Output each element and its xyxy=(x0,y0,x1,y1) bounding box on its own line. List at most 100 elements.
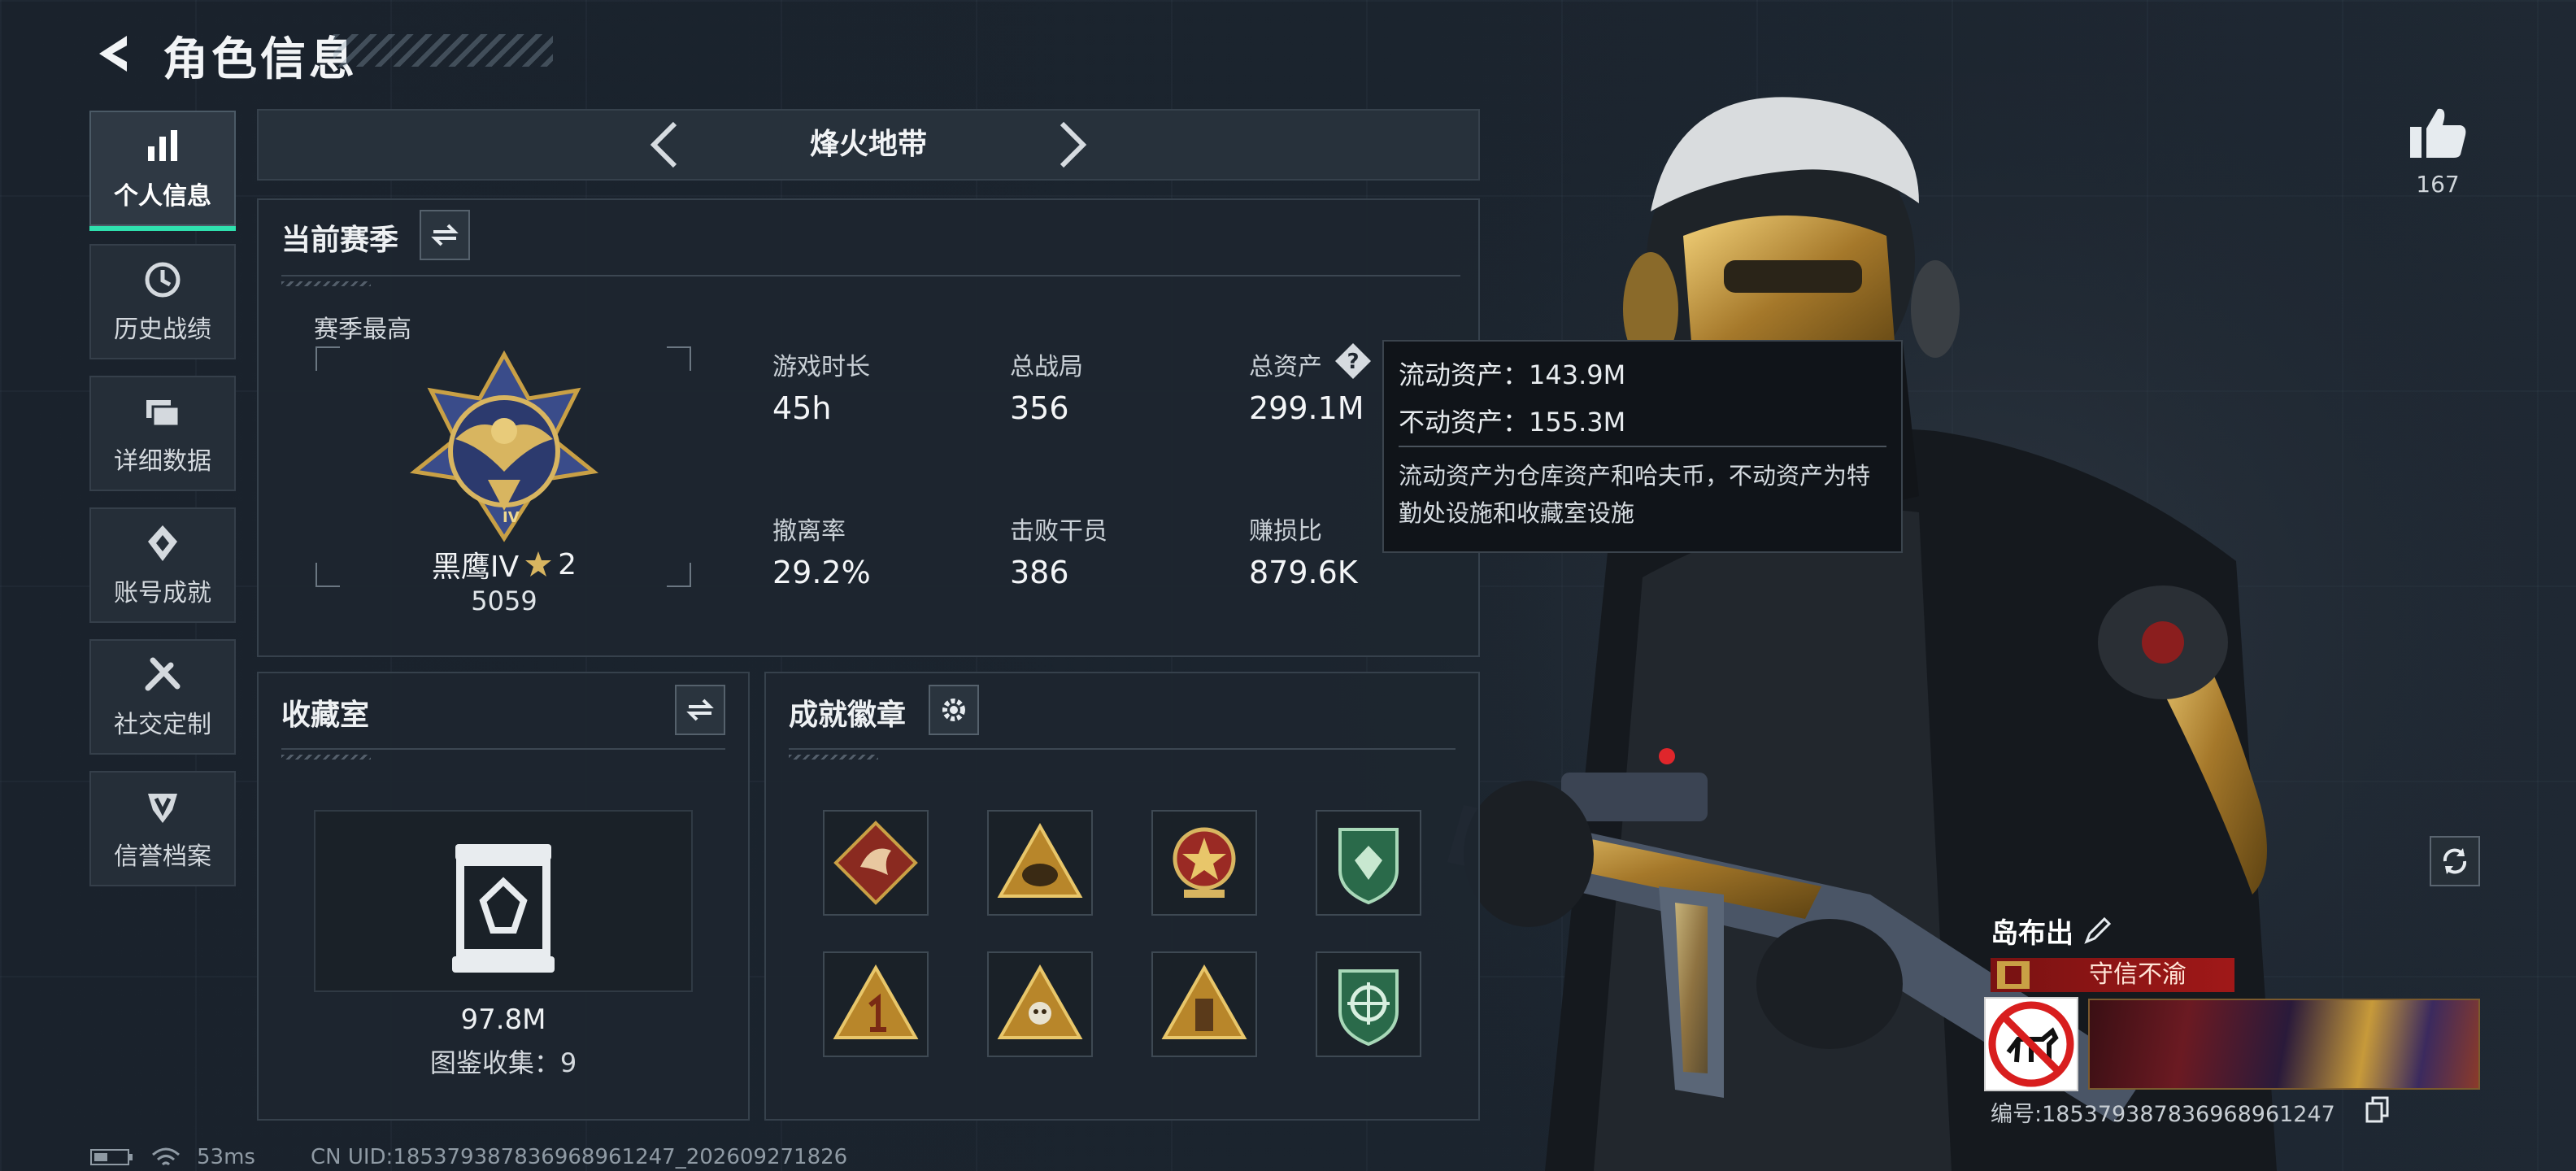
thumbs-up-icon xyxy=(2410,108,2466,158)
badge-slot[interactable] xyxy=(987,810,1093,916)
stat-value: 356 xyxy=(1010,390,1069,426)
copy-icon xyxy=(2365,1096,2389,1123)
tooltip-description: 流动资产为仓库资产和哈夫币，不动资产为特勤处设施和收藏室设施 xyxy=(1399,462,1871,527)
stat-value: 386 xyxy=(1010,555,1069,590)
sidebar-item-social[interactable]: 社交定制 xyxy=(89,639,236,755)
season-best-label: 赛季最高 xyxy=(314,316,411,344)
sidebar-item-label: 社交定制 xyxy=(114,711,211,739)
badge-slot[interactable] xyxy=(823,951,929,1057)
status-bar: 53ms CN UID:185379387836968961247_202609… xyxy=(89,1145,847,1169)
frame-corner xyxy=(667,346,691,371)
badge-slot[interactable] xyxy=(1316,951,1421,1057)
section-divider xyxy=(281,275,1460,276)
badge-slot[interactable] xyxy=(1151,810,1257,916)
copy-id-button[interactable] xyxy=(2365,1096,2391,1127)
wifi-icon xyxy=(152,1147,180,1166)
star-icon xyxy=(525,551,552,577)
page-title: 角色信息 xyxy=(163,33,358,86)
sidebar-item-details[interactable]: 详细数据 xyxy=(89,376,236,491)
divider-accent xyxy=(281,755,371,760)
like-button[interactable] xyxy=(2407,104,2469,164)
sidebar-item-label: 详细数据 xyxy=(114,447,211,476)
stat-value: 299.1M xyxy=(1249,390,1364,426)
chevron-right-icon xyxy=(1060,121,1087,168)
tooltip-divider xyxy=(1399,446,1886,447)
stat-label: 总资产 xyxy=(1249,353,1322,381)
svg-text:?: ? xyxy=(1347,350,1359,374)
title-emblem-icon xyxy=(1997,961,2030,989)
sidebar-item-profile[interactable]: 个人信息 xyxy=(89,111,236,231)
bar-chart-icon xyxy=(148,130,177,161)
stat-label: 总战局 xyxy=(1010,353,1083,381)
rank-emblem-numeral: IV xyxy=(503,509,520,526)
badge-slot[interactable] xyxy=(1316,810,1421,916)
green-crosshair-badge-icon xyxy=(1338,969,1399,1047)
number-one-badge-icon xyxy=(833,964,919,1039)
rotate-model-button[interactable] xyxy=(2430,836,2480,886)
collection-title: 收藏室 xyxy=(281,699,370,732)
collection-value: 97.8M xyxy=(460,1003,546,1036)
stat-label: 游戏时长 xyxy=(772,353,870,381)
rank-score: 5059 xyxy=(471,586,537,616)
edit-name-button[interactable] xyxy=(2082,914,2114,950)
stat-label: 赚损比 xyxy=(1249,517,1322,546)
frame-corner xyxy=(667,563,691,587)
collection-switch-button[interactable] xyxy=(675,685,725,735)
sidebar-item-label: 账号成就 xyxy=(114,579,211,607)
dragon-badge-icon xyxy=(833,821,918,905)
back-button[interactable] xyxy=(86,28,138,80)
badge-slot[interactable] xyxy=(1151,951,1257,1057)
battery-icon xyxy=(90,1149,133,1165)
player-title: 守信不渝 xyxy=(2089,960,2187,989)
achievement-gem-icon xyxy=(148,525,177,561)
sidebar-item-label: 信誉档案 xyxy=(114,842,211,871)
title-decoration xyxy=(333,34,553,67)
history-clock-icon xyxy=(145,262,181,298)
ping-text: 53ms xyxy=(197,1145,255,1169)
player-card-art xyxy=(2088,999,2480,1090)
green-gem-badge-icon xyxy=(1338,828,1399,905)
season-title: 当前赛季 xyxy=(281,224,399,257)
badge-slot[interactable] xyxy=(823,810,929,916)
asset-help-button[interactable]: ? xyxy=(1334,342,1373,384)
fixed-asset-text: 不动资产：155.3M xyxy=(1399,407,1626,437)
stat-label: 击败干员 xyxy=(1010,517,1107,546)
frame-corner xyxy=(315,563,340,587)
collection-room-button[interactable] xyxy=(314,810,693,992)
swap-icon xyxy=(686,699,714,721)
rank-name-row: 黑鹰IV 2 xyxy=(423,543,585,586)
divider-accent xyxy=(789,755,878,760)
rank-stars: 2 xyxy=(558,547,577,581)
rotate-icon xyxy=(2443,848,2467,874)
player-name: 岛布出 xyxy=(1991,917,2073,950)
badge-slot[interactable] xyxy=(987,951,1093,1057)
beast-triangle-badge-icon xyxy=(997,822,1083,898)
gear-icon xyxy=(942,699,965,721)
sidebar-item-label: 个人信息 xyxy=(114,182,211,211)
sidebar-item-label: 历史战绩 xyxy=(114,316,211,344)
sidebar-item-reputation[interactable]: 信誉档案 xyxy=(89,771,236,886)
mode-title: 烽火地带 xyxy=(809,128,927,161)
season-switch-button[interactable] xyxy=(420,210,470,260)
badges-title: 成就徽章 xyxy=(789,699,907,732)
liquid-asset-text: 流动资产：143.9M xyxy=(1399,359,1626,390)
rank-name: 黑鹰IV xyxy=(431,551,520,584)
shield-v-icon xyxy=(148,794,177,823)
badges-settings-button[interactable] xyxy=(929,685,979,735)
stat-label: 撤离率 xyxy=(772,517,846,546)
star-medal-badge-icon xyxy=(1173,827,1236,898)
title-emblem xyxy=(1994,956,2033,997)
back-arrow-icon xyxy=(99,36,127,72)
frame-corner xyxy=(315,346,340,371)
like-count: 167 xyxy=(2416,171,2460,198)
stat-value: 879.6K xyxy=(1249,555,1358,590)
sidebar-item-achievements[interactable]: 账号成就 xyxy=(89,507,236,623)
next-mode-button[interactable] xyxy=(1049,119,1094,174)
player-id: 编号:185379387836968961247 xyxy=(1991,1102,2335,1127)
stat-value: 29.2% xyxy=(772,555,871,590)
player-avatar[interactable] xyxy=(1984,997,2078,1091)
sidebar-item-history[interactable]: 历史战绩 xyxy=(89,244,236,359)
pencil-icon xyxy=(2084,916,2112,944)
tower-triangle-badge-icon xyxy=(1161,964,1247,1039)
stat-value: 45h xyxy=(772,390,832,426)
